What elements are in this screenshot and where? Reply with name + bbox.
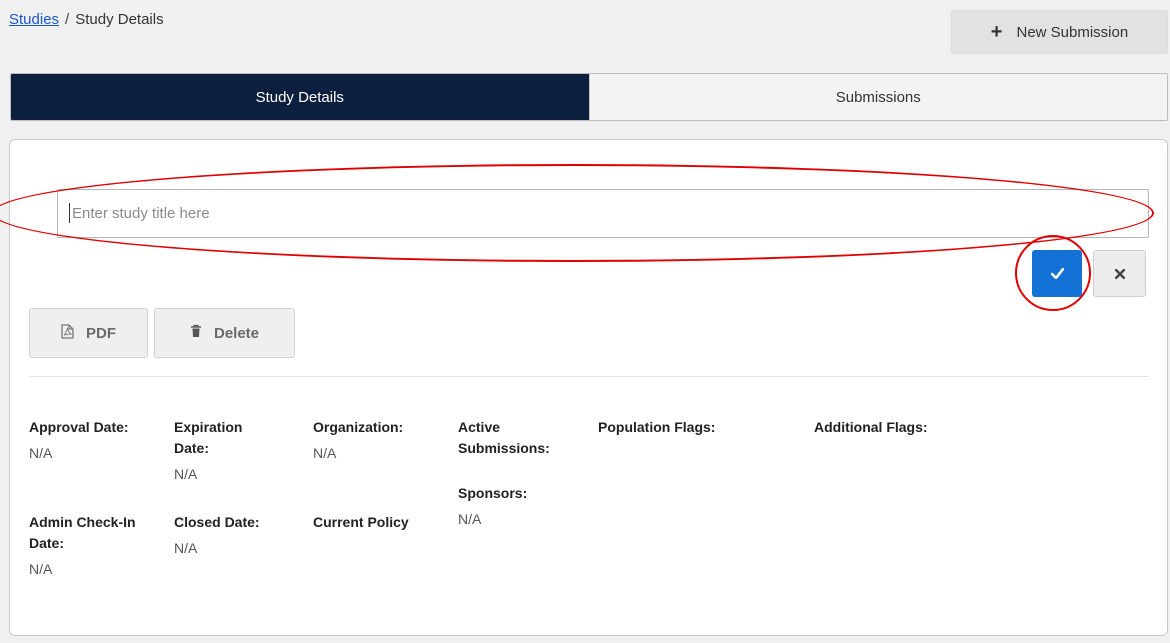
delete-label: Delete xyxy=(213,324,260,342)
plus-icon: + xyxy=(990,21,1003,43)
admin-check-in-date-value: N/A xyxy=(29,561,53,577)
admin-check-in-date-label: Admin Check-In Date: xyxy=(29,514,136,551)
organization-label: Organization: xyxy=(313,419,404,435)
current-policy-label: Current Policy xyxy=(313,514,409,530)
sponsors-label: Sponsors: xyxy=(458,485,528,501)
closed-date-label: Closed Date: xyxy=(174,514,260,530)
delete-button[interactable]: Delete xyxy=(154,308,295,358)
section-divider xyxy=(29,376,1149,377)
check-icon xyxy=(1050,268,1064,279)
new-submission-label: New Submission xyxy=(1016,23,1129,41)
pdf-label: PDF xyxy=(86,324,116,342)
breadcrumb: Studies / Study Details xyxy=(9,11,164,28)
trash-icon xyxy=(190,324,202,342)
additional-flags-label: Additional Flags: xyxy=(814,419,928,435)
text-cursor xyxy=(69,203,70,223)
breadcrumb-current: Study Details xyxy=(75,11,164,28)
new-submission-button[interactable]: + New Submission xyxy=(951,10,1168,54)
tab-bar: Study Details Submissions xyxy=(10,73,1168,121)
population-flags-field: Population Flags: xyxy=(598,417,788,438)
active-submissions-field: Active Submissions: xyxy=(458,417,573,459)
expiration-date-label: Expiration Date: xyxy=(174,419,243,456)
tab-submissions[interactable]: Submissions xyxy=(588,74,1167,120)
sponsors-value: N/A xyxy=(458,511,482,527)
current-policy-field: Current Policy xyxy=(313,512,453,533)
approval-date-label: Approval Date: xyxy=(29,419,129,435)
admin-check-in-date-field: Admin Check-In Date: N/A xyxy=(29,512,149,580)
organization-field: Organization: N/A xyxy=(313,417,443,464)
expiration-date-field: Expiration Date: N/A xyxy=(174,417,279,485)
additional-flags-field: Additional Flags: xyxy=(814,417,1004,438)
tab-study-details[interactable]: Study Details xyxy=(11,74,589,120)
cancel-title-button[interactable] xyxy=(1093,250,1146,297)
organization-value: N/A xyxy=(313,445,337,461)
closed-date-value: N/A xyxy=(174,540,198,556)
pdf-file-icon xyxy=(61,323,74,343)
pdf-button[interactable]: PDF xyxy=(29,308,148,358)
active-submissions-label: Active Submissions: xyxy=(458,419,550,456)
approval-date-field: Approval Date: N/A xyxy=(29,417,159,464)
breadcrumb-separator: / xyxy=(65,11,70,28)
confirm-title-button[interactable] xyxy=(1032,250,1082,297)
study-title-input[interactable] xyxy=(57,189,1149,238)
sponsors-field: Sponsors: N/A xyxy=(458,483,573,530)
close-icon xyxy=(1114,268,1125,279)
approval-date-value: N/A xyxy=(29,445,53,461)
expiration-date-value: N/A xyxy=(174,466,198,482)
breadcrumb-link-studies[interactable]: Studies xyxy=(9,11,59,28)
closed-date-field: Closed Date: N/A xyxy=(174,512,304,559)
population-flags-label: Population Flags: xyxy=(598,419,716,435)
